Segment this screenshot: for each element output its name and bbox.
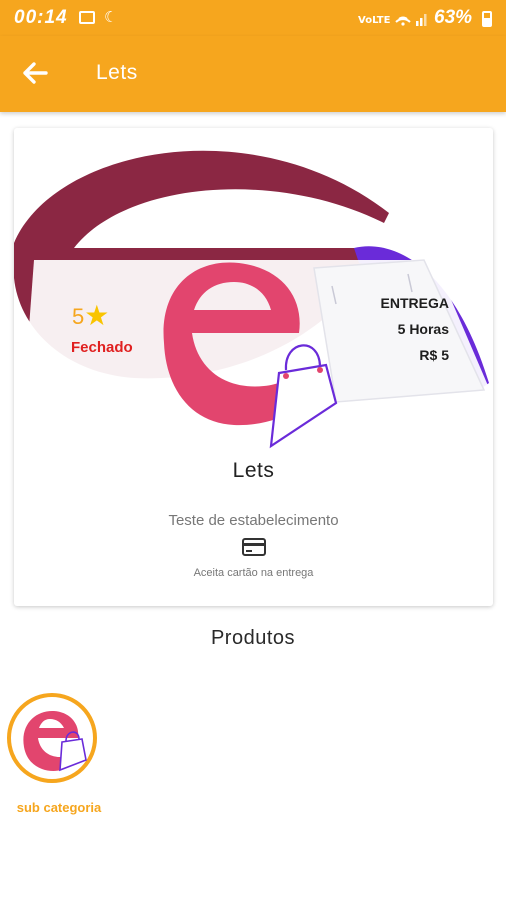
rating: 5★ xyxy=(72,298,109,331)
status-time: 00:14 xyxy=(14,7,68,28)
app-bar: Lets xyxy=(0,36,506,112)
star-icon: ★ xyxy=(84,300,110,331)
payment-info: Aceita cartão na entrega xyxy=(193,567,314,579)
arrow-back-icon xyxy=(23,62,48,84)
category-label: sub categoria xyxy=(16,800,102,815)
battery-icon xyxy=(482,11,492,27)
delivery-info: ENTREGA 5 Horas R$ 5 xyxy=(381,290,449,368)
category-image xyxy=(7,693,97,783)
credit-card-icon xyxy=(242,538,266,556)
do-not-disturb-icon: ☾ xyxy=(104,9,118,26)
image-notification-icon xyxy=(79,11,95,24)
signal-icon: VoLTE xyxy=(358,8,430,31)
delivery-time: 5 Horas xyxy=(397,321,449,337)
delivery-label: ENTREGA xyxy=(380,295,449,311)
store-name: Lets xyxy=(232,459,275,482)
store-description: Teste de estabelecimento xyxy=(168,512,339,529)
svg-text:VoLTE: VoLTE xyxy=(358,15,391,26)
page-title: Lets xyxy=(96,61,138,84)
delivery-fee: R$ 5 xyxy=(419,347,449,363)
battery-percentage: 63% xyxy=(434,7,473,28)
store-card: 5★ Fechado ENTREGA 5 Horas R$ 5 Lets Tes… xyxy=(14,128,493,606)
status-bar: 00:14 ☾ VoLTE 63% xyxy=(0,0,506,36)
products-title: Produtos xyxy=(210,627,296,649)
back-button[interactable] xyxy=(18,56,52,90)
status-badge: Fechado xyxy=(71,339,133,356)
rating-value: 5 xyxy=(72,304,85,329)
